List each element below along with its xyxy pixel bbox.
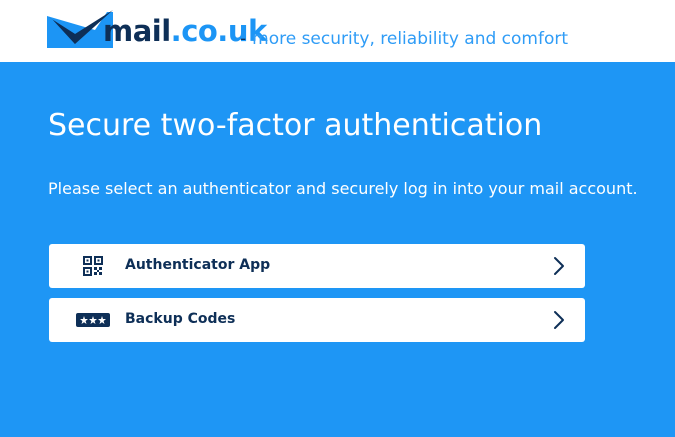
- backup-codes-label: Backup Codes: [125, 311, 236, 327]
- tagline-dash: -: [240, 29, 247, 49]
- chevron-right-icon: [554, 257, 564, 275]
- tagline-text: more security, reliability and comfort: [252, 29, 569, 49]
- tagline: - more security, reliability and comfort: [240, 31, 568, 48]
- qr-code-icon: [75, 255, 111, 277]
- logo[interactable]: mail.co.uk: [47, 8, 267, 52]
- password-dots-icon: [75, 309, 111, 331]
- chevron-right-icon: [554, 311, 564, 329]
- main-panel: Secure two-factor authentication Please …: [0, 62, 675, 437]
- page-title: Secure two-factor authentication: [48, 108, 543, 143]
- header: mail.co.uk - more security, reliability a…: [0, 0, 675, 62]
- authenticator-app-option[interactable]: Authenticator App: [49, 244, 585, 288]
- backup-codes-option[interactable]: Backup Codes: [49, 298, 585, 342]
- page-subtitle: Please select an authenticator and secur…: [48, 179, 638, 198]
- authenticator-app-label: Authenticator App: [125, 257, 271, 273]
- logo-text-mail: mail: [103, 14, 171, 48]
